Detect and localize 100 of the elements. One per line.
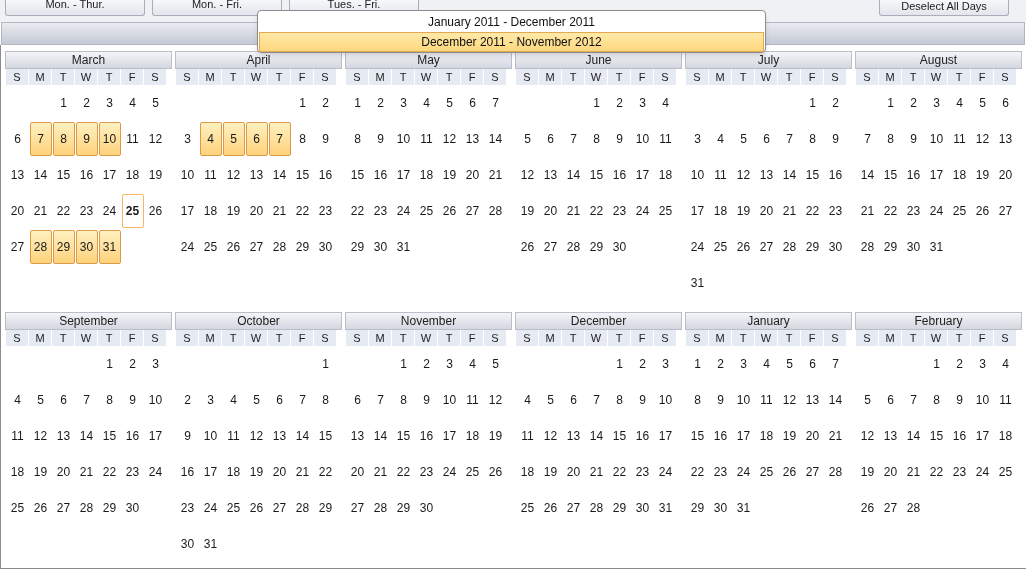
calendar-day[interactable]: 14 [562,158,585,192]
calendar-day[interactable]: 4 [654,86,677,120]
calendar-day[interactable]: 2 [75,86,98,120]
calendar-day[interactable]: 8 [686,383,709,417]
calendar-day[interactable]: 13 [994,122,1017,156]
calendar-day[interactable]: 9 [415,383,438,417]
calendar-day[interactable]: 28 [29,230,52,264]
calendar-day[interactable]: 17 [654,419,677,453]
calendar-day[interactable]: 18 [199,194,222,228]
calendar-day[interactable]: 10 [392,122,415,156]
calendar-day[interactable]: 12 [29,419,52,453]
calendar-day[interactable]: 4 [948,86,971,120]
calendar-day[interactable]: 20 [539,194,562,228]
calendar-day[interactable]: 19 [245,455,268,489]
calendar-day[interactable]: 7 [902,383,925,417]
calendar-day[interactable]: 18 [994,419,1017,453]
calendar-day[interactable]: 28 [824,455,847,489]
calendar-day[interactable]: 2 [369,86,392,120]
calendar-day[interactable]: 23 [369,194,392,228]
calendar-day[interactable]: 15 [392,419,415,453]
calendar-day[interactable]: 14 [902,419,925,453]
calendar-day[interactable]: 20 [52,455,75,489]
calendar-day[interactable]: 17 [971,419,994,453]
calendar-day[interactable]: 11 [755,383,778,417]
calendar-day[interactable]: 6 [52,383,75,417]
month-header[interactable]: August [855,51,1022,69]
calendar-day[interactable]: 1 [314,347,337,381]
calendar-day[interactable]: 19 [516,194,539,228]
calendar-day[interactable]: 1 [346,86,369,120]
calendar-day[interactable]: 19 [778,419,801,453]
calendar-day[interactable]: 15 [608,419,631,453]
calendar-day[interactable]: 5 [971,86,994,120]
calendar-day[interactable]: 19 [222,194,245,228]
calendar-day[interactable]: 3 [631,86,654,120]
calendar-day[interactable]: 15 [291,158,314,192]
calendar-day[interactable]: 9 [314,122,337,156]
calendar-day[interactable]: 3 [686,122,709,156]
calendar-day[interactable]: 20 [6,194,29,228]
calendar-day[interactable]: 18 [6,455,29,489]
calendar-day[interactable]: 27 [346,491,369,525]
calendar-day[interactable]: 29 [608,491,631,525]
calendar-day[interactable]: 17 [144,419,167,453]
calendar-day[interactable]: 26 [222,230,245,264]
calendar-day[interactable]: 31 [654,491,677,525]
calendar-day[interactable]: 12 [144,122,167,156]
calendar-day[interactable]: 4 [461,347,484,381]
calendar-day[interactable]: 11 [654,122,677,156]
calendar-day[interactable]: 11 [222,419,245,453]
calendar-day[interactable]: 28 [778,230,801,264]
calendar-day[interactable]: 20 [461,158,484,192]
calendar-day[interactable]: 24 [686,230,709,264]
calendar-day[interactable]: 22 [608,455,631,489]
calendar-day[interactable]: 30 [608,230,631,264]
calendar-day[interactable]: 20 [268,455,291,489]
calendar-day[interactable]: 25 [199,230,222,264]
calendar-day[interactable]: 15 [801,158,824,192]
calendar-day[interactable]: 21 [369,455,392,489]
calendar-day[interactable]: 6 [879,383,902,417]
calendar-day[interactable]: 10 [176,158,199,192]
calendar-day[interactable]: 13 [562,419,585,453]
calendar-day[interactable]: 31 [732,491,755,525]
calendar-day[interactable]: 30 [631,491,654,525]
calendar-day[interactable]: 13 [755,158,778,192]
calendar-day[interactable]: 23 [121,455,144,489]
calendar-day[interactable]: 19 [438,158,461,192]
calendar-day[interactable]: 27 [994,194,1017,228]
calendar-day[interactable]: 1 [925,347,948,381]
calendar-day[interactable]: 26 [856,491,879,525]
calendar-day[interactable]: 13 [6,158,29,192]
calendar-day[interactable]: 21 [585,455,608,489]
calendar-day[interactable]: 10 [971,383,994,417]
calendar-day[interactable]: 1 [585,86,608,120]
calendar-day[interactable]: 7 [369,383,392,417]
calendar-day[interactable]: 30 [75,230,98,264]
calendar-day[interactable]: 7 [856,122,879,156]
calendar-day[interactable]: 22 [879,194,902,228]
calendar-day[interactable]: 10 [98,122,121,156]
calendar-day[interactable]: 28 [369,491,392,525]
calendar-day[interactable]: 16 [631,419,654,453]
calendar-day[interactable]: 21 [291,455,314,489]
calendar-day[interactable]: 14 [369,419,392,453]
calendar-day[interactable]: 5 [516,122,539,156]
calendar-day[interactable]: 30 [709,491,732,525]
calendar-day[interactable]: 15 [52,158,75,192]
deselect-all-button[interactable]: Deselect All Days [879,0,1009,16]
month-header[interactable]: January [685,312,852,330]
month-header[interactable]: March [5,51,172,69]
calendar-day[interactable]: 1 [879,86,902,120]
calendar-day[interactable]: 20 [801,419,824,453]
calendar-day[interactable]: 5 [144,86,167,120]
calendar-day[interactable]: 16 [121,419,144,453]
calendar-day[interactable]: 12 [732,158,755,192]
calendar-day[interactable]: 27 [879,491,902,525]
calendar-day[interactable]: 5 [732,122,755,156]
calendar-day[interactable]: 13 [539,158,562,192]
calendar-day[interactable]: 26 [144,194,167,228]
calendar-day[interactable]: 14 [824,383,847,417]
calendar-day[interactable]: 14 [585,419,608,453]
calendar-day[interactable]: 18 [654,158,677,192]
calendar-day[interactable]: 21 [778,194,801,228]
